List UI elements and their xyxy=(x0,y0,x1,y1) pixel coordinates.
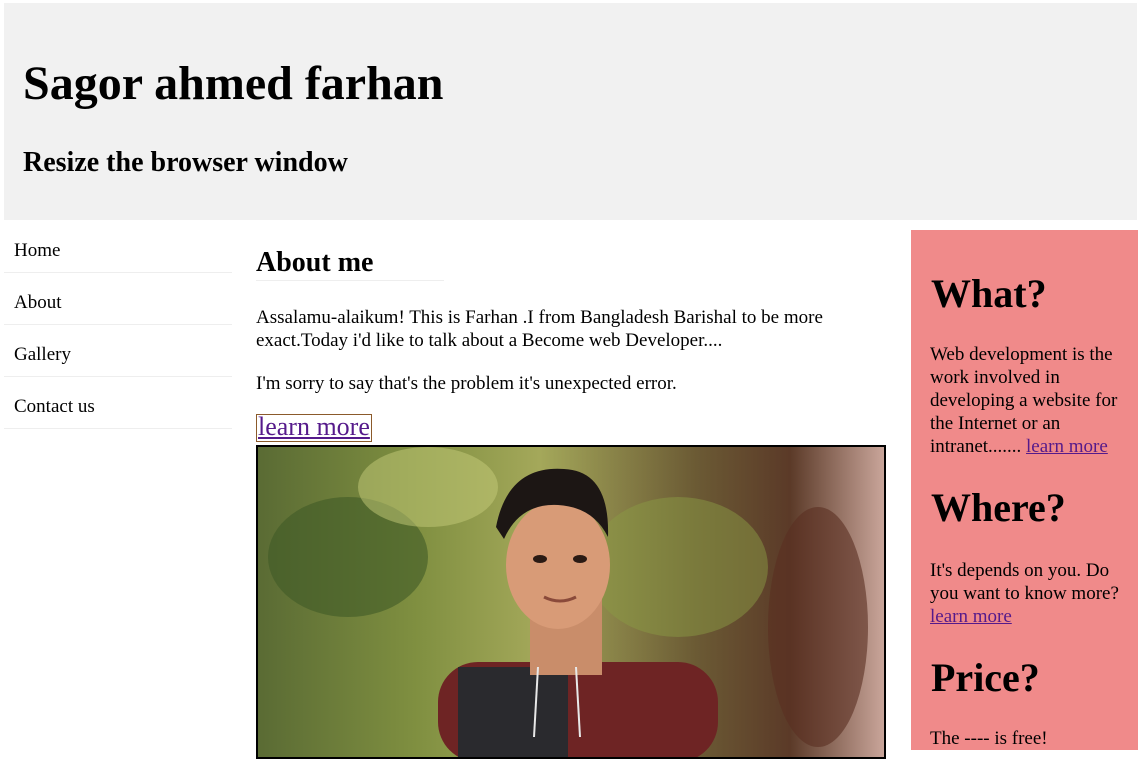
about-heading: About me xyxy=(256,246,444,281)
sidebar-nav: Home About Gallery Contact us xyxy=(4,230,232,438)
learn-more-button[interactable]: learn more xyxy=(256,414,372,442)
price-text: The ---- is free! xyxy=(930,728,1048,749)
where-heading: Where? xyxy=(931,485,1066,530)
site-title: Sagor ahmed farhan xyxy=(23,57,444,110)
what-learn-more-link[interactable]: learn more xyxy=(1026,436,1108,457)
nav-item-about[interactable]: About xyxy=(4,282,232,325)
where-learn-more-link[interactable]: learn more xyxy=(930,606,1012,627)
nav-item-contact-us[interactable]: Contact us xyxy=(4,386,232,429)
intro-paragraph: Assalamu-alaikum! This is Farhan .I from… xyxy=(256,307,823,351)
nav-item-home[interactable]: Home xyxy=(4,230,232,273)
price-heading: Price? xyxy=(931,655,1040,700)
what-paragraph: Web development is the work involved in … xyxy=(930,343,1126,458)
where-text: It's depends on you. Do you want to know… xyxy=(930,560,1119,604)
what-heading: What? xyxy=(931,271,1047,316)
main-content: About me Assalamu-alaikum! This is Farha… xyxy=(256,230,886,759)
where-paragraph: It's depends on you. Do you want to know… xyxy=(930,559,1126,628)
site-subtitle: Resize the browser window xyxy=(23,147,348,178)
page-header: Sagor ahmed farhan Resize the browser wi… xyxy=(4,3,1137,220)
nav-item-gallery[interactable]: Gallery xyxy=(4,334,232,377)
right-sidebar: What? Web development is the work involv… xyxy=(911,230,1138,750)
error-paragraph: I'm sorry to say that's the problem it's… xyxy=(256,373,677,394)
profile-photo xyxy=(256,445,886,759)
